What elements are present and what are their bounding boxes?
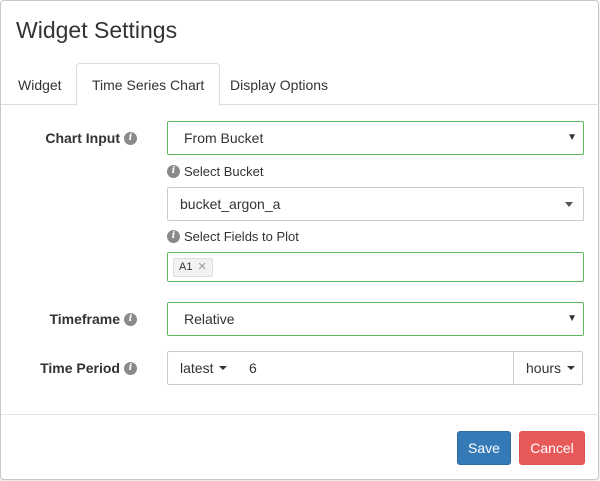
tab-time-series-chart[interactable]: Time Series Chart <box>76 63 221 106</box>
timeframe-select[interactable]: Relative ▼ <box>167 302 584 336</box>
caret-down-icon <box>565 202 573 207</box>
timeframe-label: Timeframe i <box>16 302 137 336</box>
tab-display-options[interactable]: Display Options <box>214 63 344 105</box>
widget-settings-modal: Widget Settings Widget Time Series Chart… <box>0 0 599 480</box>
info-icon[interactable]: i <box>167 230 180 243</box>
period-unit-dropdown[interactable]: hours <box>513 351 583 385</box>
info-icon[interactable]: i <box>124 361 137 375</box>
info-icon[interactable]: i <box>124 131 137 145</box>
info-icon[interactable]: i <box>167 165 180 178</box>
period-value-input[interactable] <box>235 351 514 385</box>
remove-tag-icon[interactable]: ✕ <box>197 259 206 276</box>
field-tag: A1 ✕ <box>173 258 213 277</box>
time-period-group: latest hours <box>167 351 583 385</box>
caret-down-icon: ▼ <box>567 132 577 143</box>
caret-down-icon <box>567 366 576 370</box>
save-button[interactable]: Save <box>457 431 511 465</box>
modal-title: Widget Settings <box>16 17 178 43</box>
tab-widget[interactable]: Widget <box>2 63 78 105</box>
period-mode-dropdown[interactable]: latest <box>167 351 236 385</box>
caret-down-icon: ▼ <box>567 313 577 324</box>
select-fields-label: i Select Fields to Plot <box>167 229 299 244</box>
fields-tag-input[interactable]: A1 ✕ <box>167 252 584 282</box>
time-period-label: Time Period i <box>16 351 137 385</box>
select-bucket-label: i Select Bucket <box>167 164 264 179</box>
select-bucket-dropdown[interactable]: bucket_argon_a <box>167 187 584 221</box>
settings-tabs: Widget Time Series Chart Display Options <box>1 63 599 106</box>
chart-input-label: Chart Input i <box>16 121 137 155</box>
caret-down-icon <box>219 366 228 370</box>
chart-input-select[interactable]: From Bucket ▼ <box>167 121 584 155</box>
cancel-button[interactable]: Cancel <box>519 431 585 465</box>
footer-divider <box>1 414 599 415</box>
info-icon[interactable]: i <box>124 312 137 326</box>
